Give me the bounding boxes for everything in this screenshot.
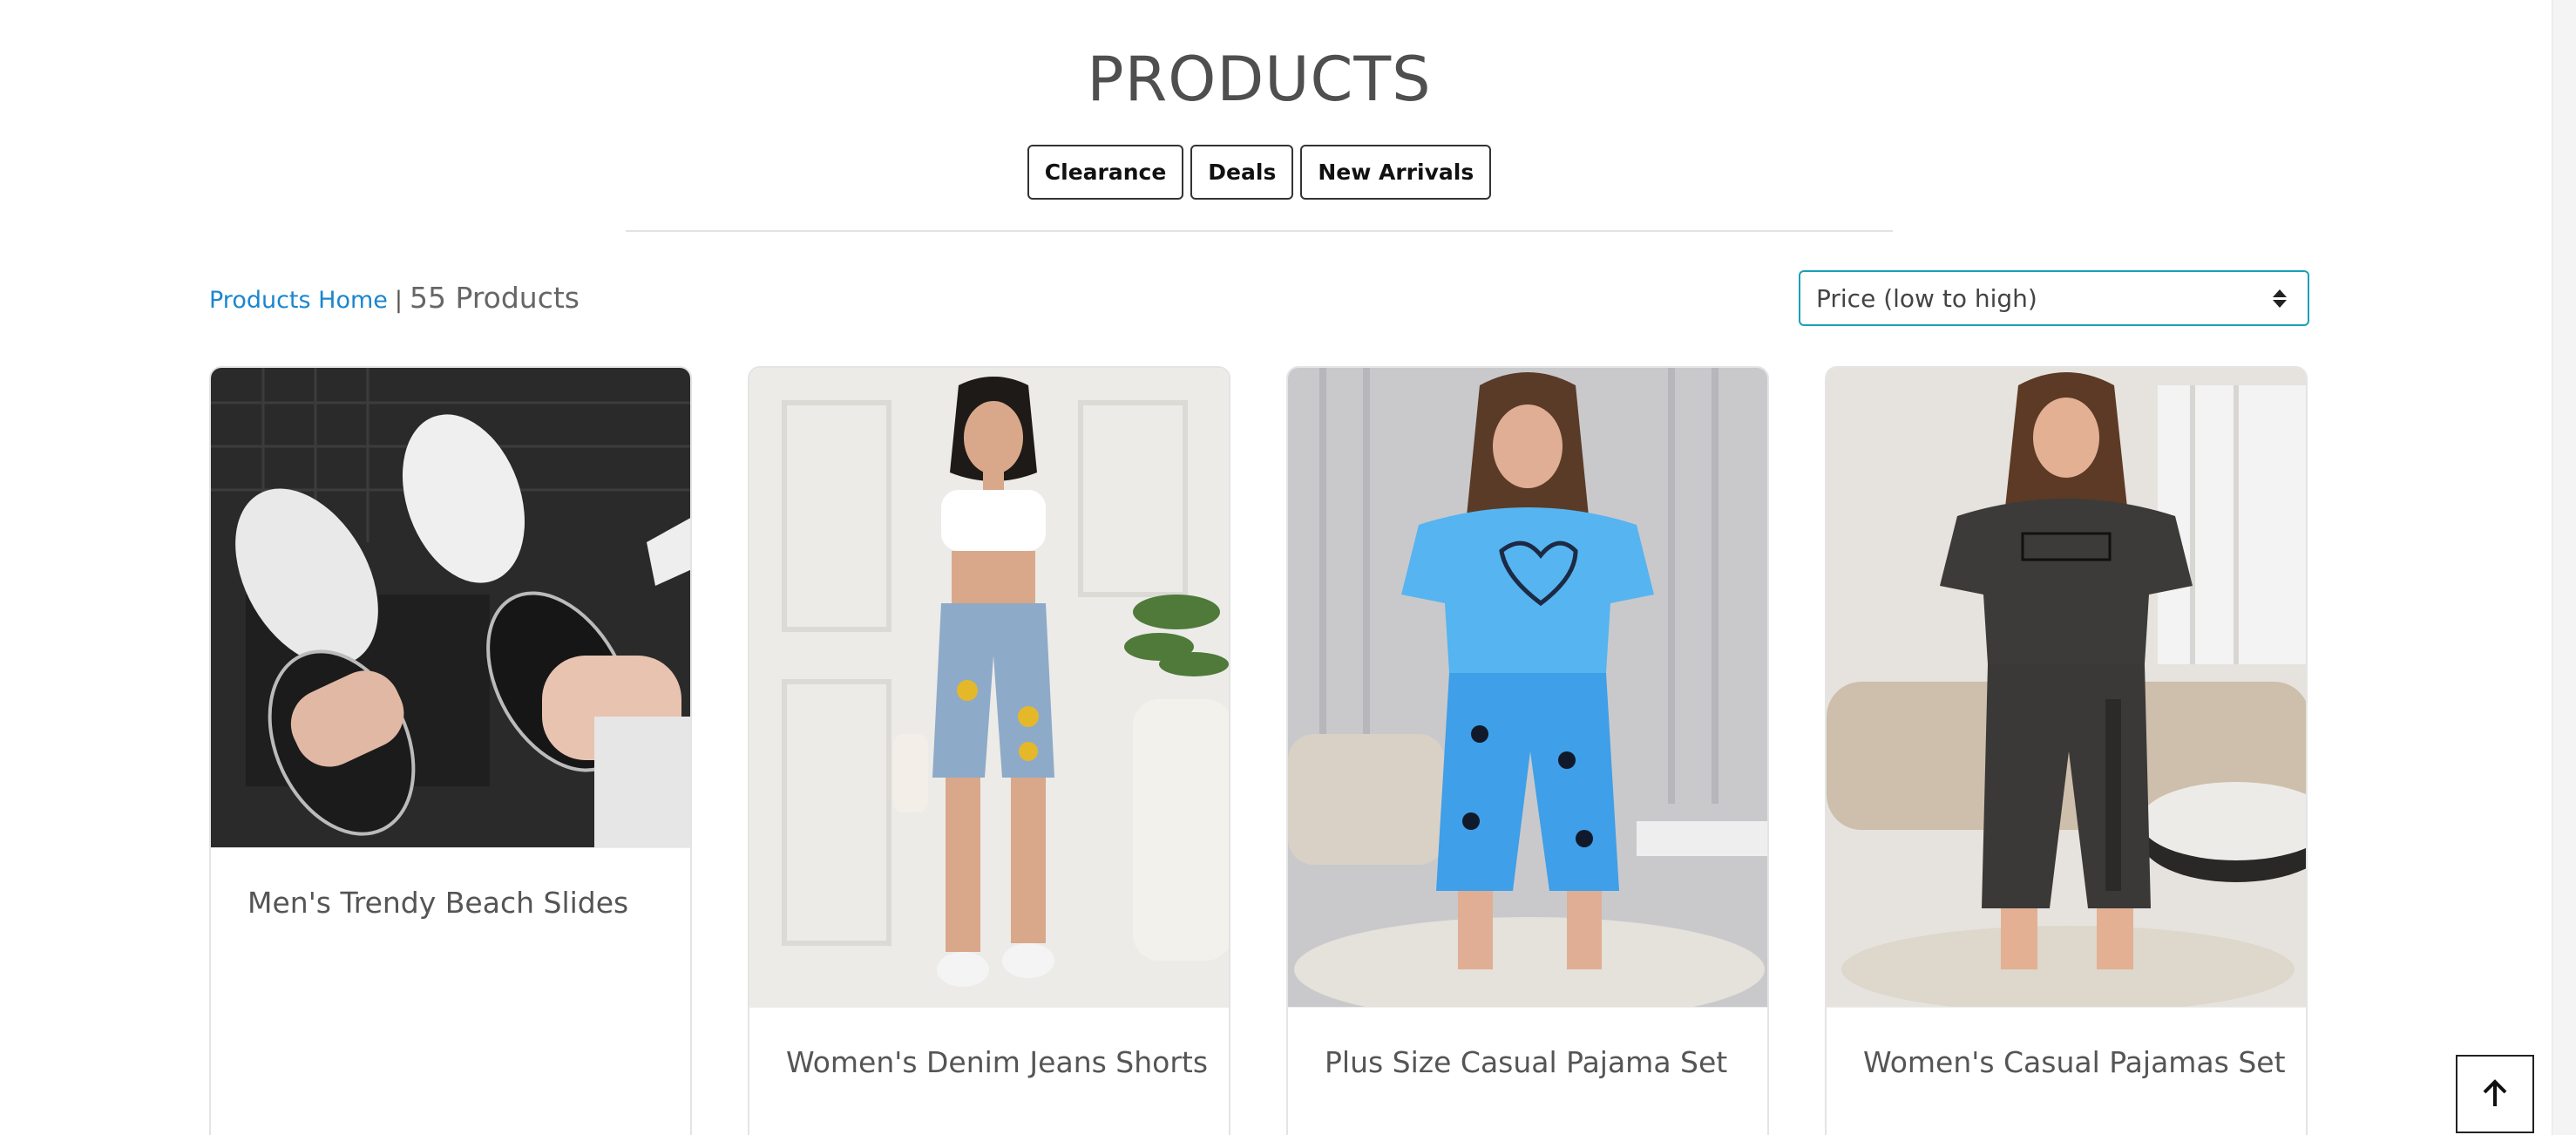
clearance-filter-button[interactable]: Clearance: [1027, 145, 1184, 200]
product-name: Men's Trendy Beach Slides: [247, 886, 629, 920]
product-grid: Men's Trendy Beach Slides Women's Denim …: [209, 366, 2309, 1135]
arrow-up-icon: [2483, 1079, 2507, 1106]
breadcrumb: Products Home | 55 Products: [209, 281, 580, 315]
product-name: Women's Casual Pajamas Set: [1863, 1045, 2286, 1079]
product-card[interactable]: Plus Size Casual Pajama Set: [1286, 366, 1769, 1135]
products-home-link[interactable]: Products Home: [209, 287, 388, 314]
product-name: Women's Denim Jeans Shorts: [786, 1045, 1209, 1079]
product-image: [749, 368, 1229, 1008]
new-arrivals-filter-button[interactable]: New Arrivals: [1300, 145, 1492, 200]
sort-selected-value: Price (low to high): [1816, 283, 2037, 313]
page-scrollbar[interactable]: [2552, 0, 2576, 1135]
sort-select[interactable]: Price (low to high): [1799, 270, 2309, 326]
product-image: [1288, 368, 1767, 1008]
sort-arrows-icon: [2273, 289, 2287, 308]
products-page: PRODUCTS Clearance Deals New Arrivals Pr…: [0, 0, 2576, 1135]
breadcrumb-separator: |: [394, 287, 403, 314]
product-image: [211, 368, 690, 848]
page-title: PRODUCTS: [1087, 44, 1432, 115]
back-to-top-button[interactable]: [2456, 1055, 2534, 1133]
product-image: [1827, 368, 2306, 1008]
product-card[interactable]: Women's Casual Pajamas Set: [1825, 366, 2308, 1135]
product-name: Plus Size Casual Pajama Set: [1325, 1045, 1728, 1079]
product-card[interactable]: Men's Trendy Beach Slides: [209, 366, 692, 1135]
product-card[interactable]: Women's Denim Jeans Shorts: [748, 366, 1230, 1135]
product-count: 55 Products: [410, 281, 580, 315]
deals-filter-button[interactable]: Deals: [1190, 145, 1294, 200]
header-divider: [626, 230, 1893, 232]
filter-bar: Clearance Deals New Arrivals: [0, 145, 2518, 200]
